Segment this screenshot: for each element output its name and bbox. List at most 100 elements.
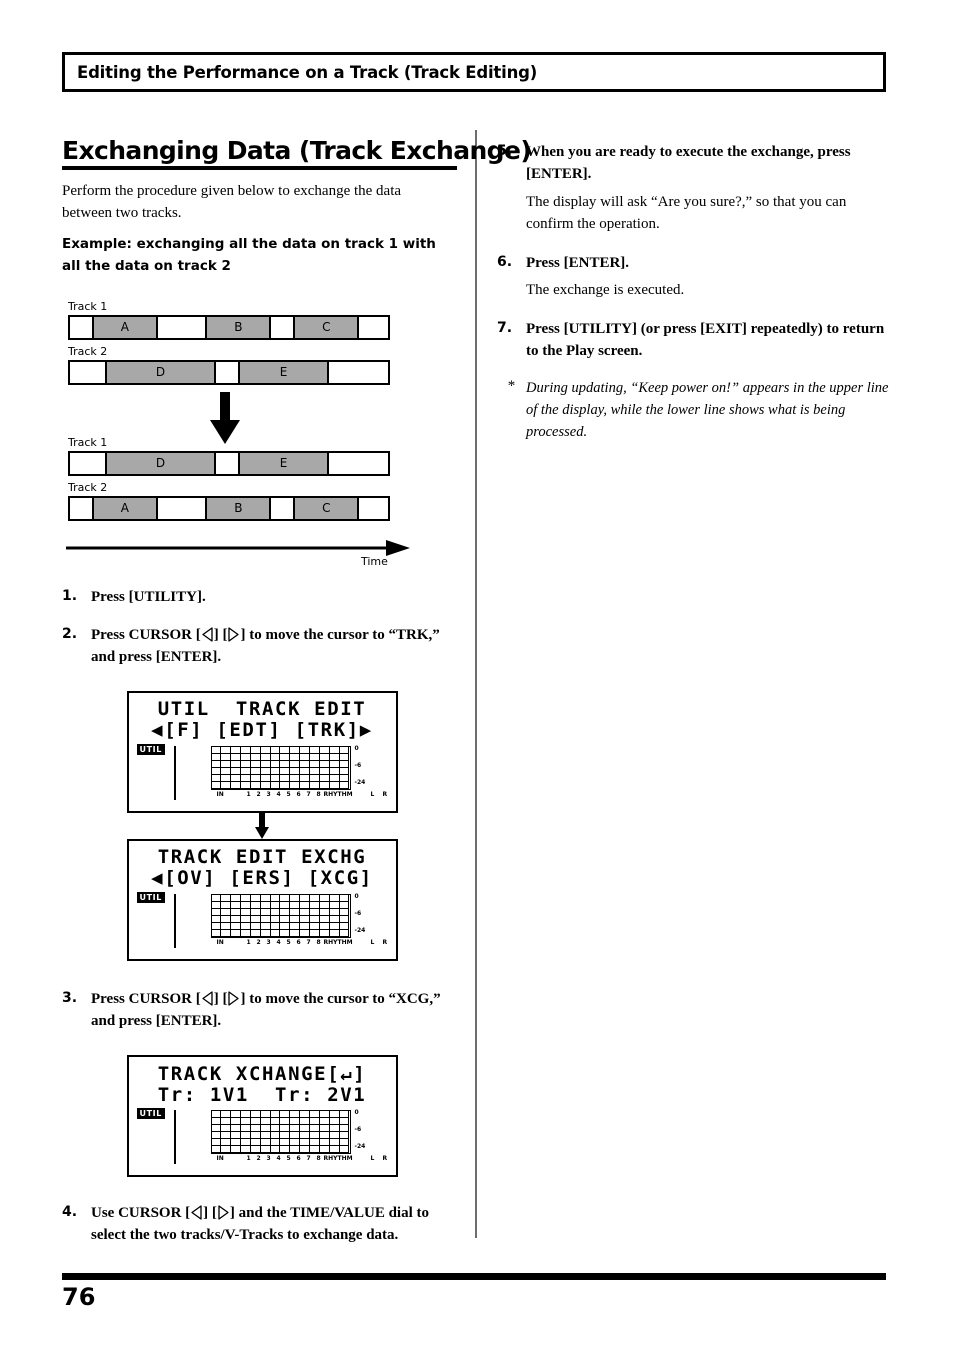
meter-cell (270, 1118, 281, 1126)
meter-channel-label: IN (216, 1155, 224, 1163)
meter-cell (270, 923, 281, 931)
lcd-track-edit-exchg: TRACK EDIT EXCHG ◀[OV] [ERS] [XCG] UTIL … (126, 839, 398, 962)
meter-cell (260, 916, 271, 924)
meter-channel-label: 6 (296, 939, 301, 947)
meter-cell (300, 923, 311, 931)
meter-cell (290, 916, 301, 924)
meter-channel-label: 8 (316, 791, 321, 799)
meter-cell (290, 895, 301, 903)
lcd-1-util-badge: UTIL (136, 744, 165, 756)
meter-cell (221, 930, 232, 938)
step-4-text: Use CURSOR [] [] and the TIME/VALUE dial… (91, 1203, 462, 1247)
meter-cell (241, 1111, 251, 1119)
meter-cell (280, 1111, 291, 1119)
meter-cell (221, 775, 232, 783)
meter-cell (290, 1125, 301, 1133)
step-5-detail: The display will ask “Are you sure?,” so… (526, 193, 847, 232)
step-4: 4. Use CURSOR [] [] and the TIME/VALUE d… (62, 1203, 462, 1247)
exchange-down-arrow-icon (210, 391, 240, 444)
meter-cell (280, 1118, 291, 1126)
meter-cell (280, 923, 291, 931)
meter-channel-label: RHYTHM (323, 1155, 353, 1163)
meter-cell (231, 895, 242, 903)
meter-cell (280, 1139, 291, 1147)
step-2-text-pre: Press CURSOR [ (91, 627, 201, 644)
meter-channel-label: 4 (276, 1155, 281, 1163)
meter-cell (319, 1146, 330, 1154)
meter-cell (339, 916, 350, 924)
meter-cell (221, 1139, 232, 1147)
meter-cell (241, 916, 251, 924)
meter-cell (339, 754, 350, 762)
meter-cell (310, 1139, 320, 1147)
step-5-number: 5. (497, 143, 513, 159)
meter-cell (270, 775, 281, 783)
meter-cell (221, 902, 232, 910)
meter-cell (280, 1132, 291, 1140)
meter-cell (231, 747, 242, 755)
meter-cell (339, 1111, 350, 1119)
right-column: 5. When you are ready to execute the exc… (497, 142, 897, 443)
meter-cell (319, 782, 330, 790)
meter-cell (211, 895, 222, 903)
meter-cell (231, 916, 242, 924)
meter-channel-label: 6 (296, 1155, 301, 1163)
meter-cell (339, 747, 350, 755)
lcd-3-line-1: TRACK XCHANGE[↵] (157, 1063, 367, 1086)
meter-cell (221, 923, 232, 931)
track-segment-filled: B (205, 316, 272, 338)
meter-cell (241, 1139, 251, 1147)
track-segment-empty (359, 316, 388, 338)
meter-cell (310, 754, 320, 762)
meter-channel-label: 1 (246, 1155, 251, 1163)
meter-cell (329, 902, 340, 910)
meter-cell (241, 895, 251, 903)
meter-cell (329, 1132, 340, 1140)
step-2-text-mid: ] [ (213, 627, 228, 644)
track-segment-empty (216, 452, 238, 474)
meter-cell (339, 768, 350, 776)
meter-cell (221, 754, 232, 762)
meter-cell (221, 916, 232, 924)
meter-cell (231, 768, 242, 776)
diagram-after-track1-label: Track 1 (68, 435, 108, 449)
meter-cell (339, 895, 350, 903)
meter-cell (221, 1125, 232, 1133)
meter-cell (300, 768, 311, 776)
meter-cell (280, 902, 291, 910)
meter-cell (310, 747, 320, 755)
meter-cell (319, 902, 330, 910)
lcd-2-level-meter-grid (210, 894, 351, 939)
meter-cell (310, 923, 320, 931)
cursor-right-icon (218, 1205, 229, 1220)
meter-cell (280, 782, 291, 790)
meter-channel-label: L (370, 1155, 375, 1163)
meter-cell (270, 930, 281, 938)
step-3-text-pre: Press CURSOR [ (91, 991, 201, 1008)
meter-cell (329, 761, 340, 769)
meter-cell (280, 1125, 291, 1133)
meter-cell (300, 895, 311, 903)
meter-cell (319, 916, 330, 924)
meter-cell (260, 747, 271, 755)
meter-cell (250, 895, 261, 903)
meter-cell (221, 909, 232, 917)
lcd-1-db-label-24: -24 (354, 779, 366, 787)
meter-cell (310, 916, 320, 924)
meter-cell (241, 1146, 251, 1154)
meter-cell (211, 923, 222, 931)
meter-cell (221, 768, 232, 776)
step-4-text-pre: Use CURSOR [ (91, 1205, 191, 1222)
meter-channel-label: 7 (306, 1155, 311, 1163)
meter-cell (211, 1111, 222, 1119)
meter-cell (260, 1125, 271, 1133)
meter-channel-label: 1 (246, 939, 251, 947)
meter-cell (250, 1139, 261, 1147)
meter-channel-label: R (382, 791, 388, 799)
meter-cell (231, 1139, 242, 1147)
meter-cell (300, 1125, 311, 1133)
meter-cell (260, 923, 271, 931)
track-segment-filled: D (105, 361, 216, 383)
step-1-number: 1. (62, 587, 78, 604)
step-2-text: Press CURSOR [] [] to move the cursor to… (91, 625, 462, 669)
